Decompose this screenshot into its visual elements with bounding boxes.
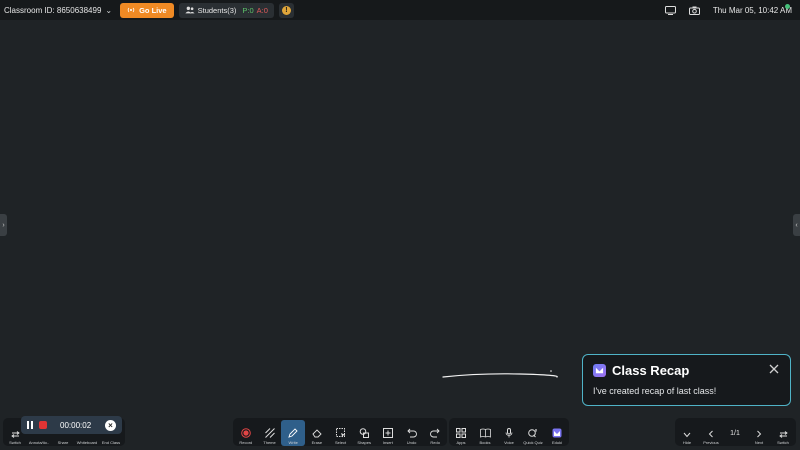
record-button[interactable]: Record [234, 420, 258, 446]
classroom-id-label: Classroom ID: 8650638499 [4, 5, 102, 15]
tool-label: Select [334, 440, 347, 445]
recording-timer: 00:00:02 [60, 420, 92, 430]
tool-label: Record [239, 440, 253, 445]
tool-label: Shapes [357, 440, 371, 445]
shapes-button[interactable]: Shapes [352, 420, 376, 446]
camera-icon[interactable] [689, 5, 701, 15]
chevron-left-icon: ‹ [795, 221, 798, 229]
next-button[interactable]: Next [747, 420, 771, 446]
tool-label: Insert [382, 440, 393, 445]
grid-icon [456, 428, 466, 438]
tool-label: Voice [504, 440, 514, 445]
status-dot [785, 4, 790, 9]
book-icon [479, 428, 491, 438]
close-recording-icon[interactable]: × [105, 419, 116, 431]
tool-label: Quick Quiz [523, 440, 543, 445]
chevron-down-icon [683, 432, 691, 438]
main-tool-group: Record Theme Write Erase Select Shapes I… [233, 418, 447, 446]
tool-label: Undo [406, 440, 417, 445]
quick-quiz-button[interactable]: Quick Quiz [521, 420, 545, 446]
tool-label: Books [479, 440, 491, 445]
pen-icon [288, 428, 298, 438]
left-panel-toggle[interactable]: › [0, 214, 7, 236]
quiz-icon [528, 429, 537, 438]
record-icon [241, 428, 251, 438]
recap-title: Class Recap [612, 363, 690, 378]
chevron-left-icon [708, 430, 713, 438]
classroom-id-dropdown[interactable]: Classroom ID: 8650638499 ⌄ [4, 6, 112, 15]
right-panel-toggle[interactable]: ‹ [793, 214, 800, 236]
absent-count: A:0 [256, 5, 268, 15]
books-button[interactable]: Books [473, 420, 497, 446]
page-indicator: 1/1 [730, 429, 740, 437]
swap-icon [778, 431, 788, 438]
tool-label: Write [288, 440, 298, 445]
tool-label: Switch [777, 440, 789, 445]
students-label: Students(3) [197, 5, 237, 15]
write-button[interactable]: Write [281, 420, 306, 446]
tool-label: Erase [311, 440, 323, 445]
tool-label: Theme [263, 440, 276, 445]
tool-label: Apps [456, 440, 466, 445]
redo-button[interactable]: Redo [423, 420, 447, 446]
previous-button[interactable]: Previous [699, 420, 723, 446]
broadcast-icon [127, 7, 135, 13]
microphone-icon [505, 428, 513, 438]
redo-icon [430, 428, 440, 438]
warning-button[interactable]: ! [278, 2, 294, 18]
top-bar: Classroom ID: 8650638499 ⌄ Go Live Stude… [0, 0, 800, 20]
theme-button[interactable]: Theme [258, 420, 282, 446]
select-button[interactable]: Select [329, 420, 353, 446]
warning-icon: ! [281, 5, 291, 15]
undo-icon [406, 428, 417, 438]
pause-icon[interactable] [27, 421, 33, 429]
hide-button[interactable]: Hide [675, 420, 699, 446]
close-icon[interactable] [768, 363, 780, 375]
chevron-right-icon: › [2, 221, 5, 229]
go-live-button[interactable]: Go Live [120, 2, 174, 18]
eduki-logo-icon [593, 364, 606, 377]
chevron-right-icon [757, 430, 762, 438]
switch-right-button[interactable]: Switch [771, 420, 795, 446]
eduki-button[interactable]: Eduki [545, 420, 569, 446]
top-right-controls: Thu Mar 05, 10:42 AM [665, 5, 796, 15]
tool-label: End Class [101, 440, 121, 445]
tool-label: Previous [703, 440, 719, 445]
apps-tool-group: Apps Books Voice Quick Quiz Eduki [449, 418, 569, 446]
tool-label: Next [754, 440, 764, 445]
class-recap-popup: Class Recap I've created recap of last c… [582, 354, 791, 406]
recap-message: I've created recap of last class! [593, 386, 717, 396]
tool-label: Switch [9, 440, 21, 445]
erase-button[interactable]: Erase [305, 420, 329, 446]
chevron-down-icon: ⌄ [105, 5, 113, 15]
recording-controls: 00:00:02 × [21, 416, 122, 434]
tool-label: Whiteboard [76, 440, 98, 445]
datetime: Thu Mar 05, 10:42 AM [712, 5, 792, 15]
people-icon [185, 6, 195, 14]
plus-box-icon [382, 428, 393, 438]
tool-label: Share [57, 440, 69, 445]
eraser-icon [312, 429, 322, 438]
tool-label: Eduki [551, 440, 562, 445]
voice-button[interactable]: Voice [497, 420, 521, 446]
whiteboard-stroke [442, 370, 558, 378]
theme-icon [264, 428, 275, 438]
go-live-label: Go Live [139, 5, 167, 15]
tool-label: Hide [682, 440, 692, 445]
page-nav-group: Hide Previous 1/1 Next Switch [675, 418, 796, 446]
shapes-icon [359, 428, 370, 438]
stop-recording-icon[interactable] [39, 421, 47, 429]
students-button[interactable]: Students(3) P:0 A:0 [178, 2, 274, 18]
tool-label: Redo [430, 440, 440, 445]
eduki-icon [552, 428, 562, 438]
screen-icon[interactable] [665, 5, 677, 15]
apps-button[interactable]: Apps [449, 420, 473, 446]
swap-icon [10, 431, 20, 438]
present-count: P:0 [242, 5, 254, 15]
tool-label: Annota/tio.. [28, 440, 50, 445]
insert-button[interactable]: Insert [376, 420, 400, 446]
undo-button[interactable]: Undo [400, 420, 424, 446]
select-icon [335, 428, 346, 438]
